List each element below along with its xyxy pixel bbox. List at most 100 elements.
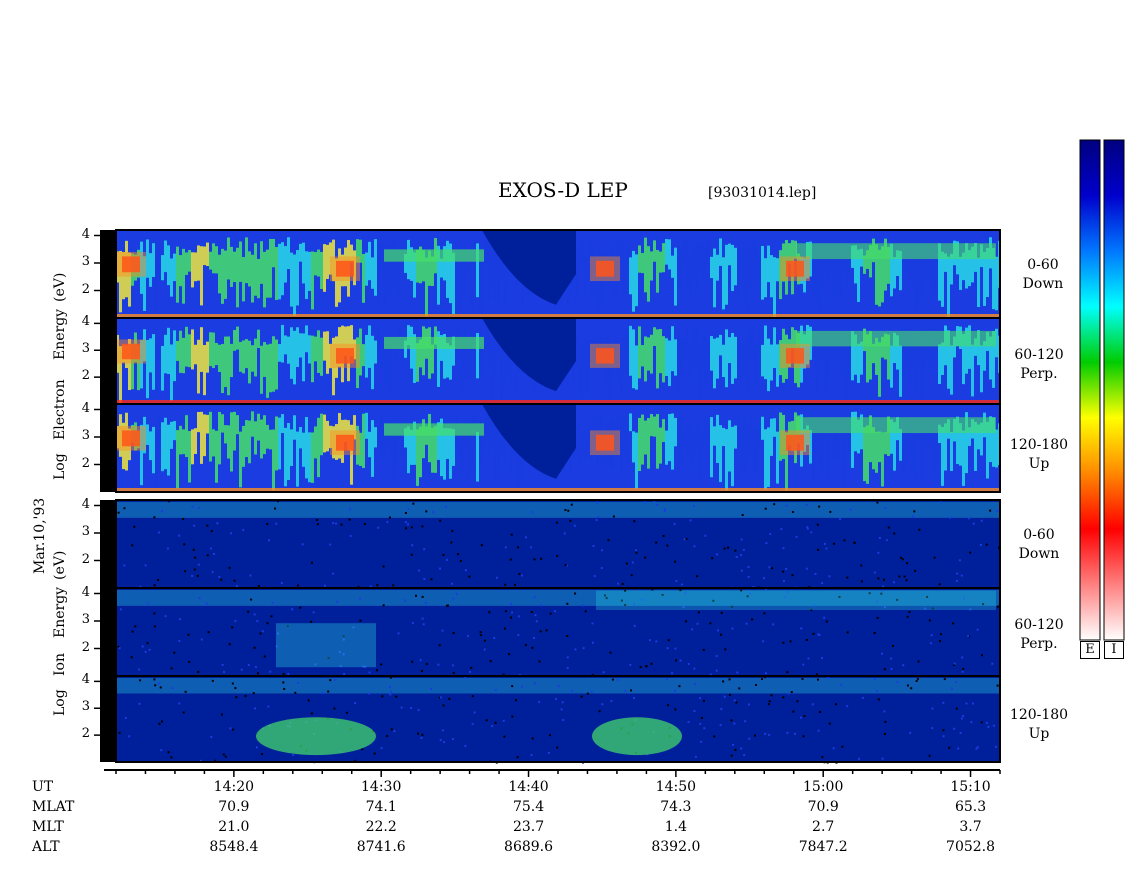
noise-speckle	[663, 508, 666, 511]
spectrum-streak	[866, 425, 869, 484]
spectrum-streak	[452, 252, 455, 315]
noise-speckle	[607, 539, 610, 542]
spectrum-streak	[290, 327, 293, 379]
spectrum-streak	[365, 334, 368, 378]
row-label-mlt: MLT	[32, 819, 64, 835]
noise-speckle	[860, 580, 863, 583]
noise-speckle	[727, 546, 730, 549]
noise-speckle	[780, 528, 783, 531]
spectrogram-figure	[94, 139, 1125, 777]
noise-speckle	[242, 528, 245, 531]
spectrum-streak	[203, 414, 206, 457]
noise-speckle	[192, 548, 195, 551]
y-tick-label: 3	[81, 699, 90, 715]
noise-speckle	[989, 509, 992, 512]
noise-speckle	[153, 625, 156, 628]
spectrum-streak	[266, 424, 269, 449]
noise-speckle	[223, 671, 226, 674]
spectrum-streak	[713, 426, 716, 446]
noise-speckle	[699, 722, 702, 725]
noise-speckle	[956, 572, 959, 575]
spectrum-streak	[665, 430, 668, 465]
noise-speckle	[770, 567, 773, 570]
noise-speckle	[817, 633, 820, 636]
spectrum-streak	[845, 345, 848, 404]
noise-speckle	[962, 667, 965, 670]
noise-speckle	[715, 655, 718, 658]
spectrum-streak	[293, 330, 296, 385]
noise-speckle	[250, 598, 253, 601]
spectrum-streak	[752, 327, 755, 361]
spectrum-streak	[500, 341, 503, 400]
noise-speckle	[566, 602, 569, 605]
spectrum-streak	[323, 331, 326, 361]
noise-speckle	[418, 569, 421, 572]
spectrum-streak	[770, 418, 773, 456]
noise-speckle	[768, 733, 771, 736]
spectrum-streak	[740, 430, 743, 468]
spectrum-streak	[659, 251, 662, 273]
noise-speckle	[124, 716, 127, 719]
ephemeris-mlt-value: 23.7	[512, 819, 545, 835]
row-label-ut: UT	[32, 779, 54, 795]
noise-speckle	[473, 711, 476, 714]
noise-speckle	[404, 512, 407, 515]
noise-speckle	[131, 630, 134, 633]
y-tick-label: 4	[81, 496, 90, 512]
noise-speckle	[354, 702, 357, 705]
spectrum-streak	[683, 430, 686, 451]
noise-speckle	[516, 546, 519, 549]
spectrum-streak	[299, 426, 302, 449]
spectrum-streak	[752, 240, 755, 282]
spectrum-streak	[686, 329, 689, 363]
spectrum-streak	[320, 337, 323, 376]
spectrum-streak	[245, 420, 248, 458]
noise-speckle	[209, 547, 212, 550]
spectrum-streak	[239, 431, 242, 488]
y-tick-label: 3	[81, 524, 90, 539]
noise-speckle	[509, 558, 512, 561]
noise-speckle	[896, 681, 899, 684]
noise-speckle	[545, 629, 548, 632]
spectrum-streak	[209, 411, 212, 462]
noise-speckle	[334, 678, 337, 681]
noise-speckle	[905, 562, 908, 565]
spectrum-streak	[632, 329, 635, 389]
noise-speckle	[593, 575, 596, 578]
spectrum-streak	[833, 258, 836, 299]
noise-speckle	[430, 578, 433, 581]
noise-speckle	[524, 644, 527, 647]
noise-speckle	[146, 602, 149, 605]
spectrum-streak	[914, 254, 917, 309]
noise-speckle	[439, 519, 442, 522]
spectrum-streak	[581, 238, 584, 263]
spectrum-streak	[488, 413, 491, 451]
noise-speckle	[207, 631, 210, 634]
noise-speckle	[697, 611, 700, 614]
noise-speckle	[770, 694, 773, 697]
spectrum-streak	[389, 433, 392, 459]
noise-speckle	[380, 663, 383, 666]
spectrum-streak	[584, 255, 587, 296]
energy-band	[796, 330, 996, 347]
noise-speckle	[694, 755, 697, 758]
noise-speckle	[805, 567, 808, 570]
noise-speckle	[629, 663, 632, 666]
noise-speckle	[178, 702, 181, 705]
panel-label-e1: 0-60 Down	[1022, 257, 1064, 292]
noise-speckle	[711, 557, 714, 560]
spectrum-streak	[197, 245, 200, 281]
noise-speckle	[728, 693, 731, 696]
spectrum-streak	[230, 343, 233, 378]
noise-speckle	[735, 701, 738, 704]
noise-speckle	[224, 755, 227, 758]
spectrum-streak	[749, 417, 752, 456]
spectrum-streak	[665, 338, 668, 377]
spectrum-streak	[377, 429, 380, 450]
spectrum-streak	[710, 417, 713, 478]
spectrum-streak	[719, 334, 722, 356]
energy-band	[796, 417, 996, 434]
panel-ion-3	[115, 675, 1001, 764]
spectrum-streak	[707, 413, 710, 438]
spectrum-streak	[941, 427, 944, 486]
